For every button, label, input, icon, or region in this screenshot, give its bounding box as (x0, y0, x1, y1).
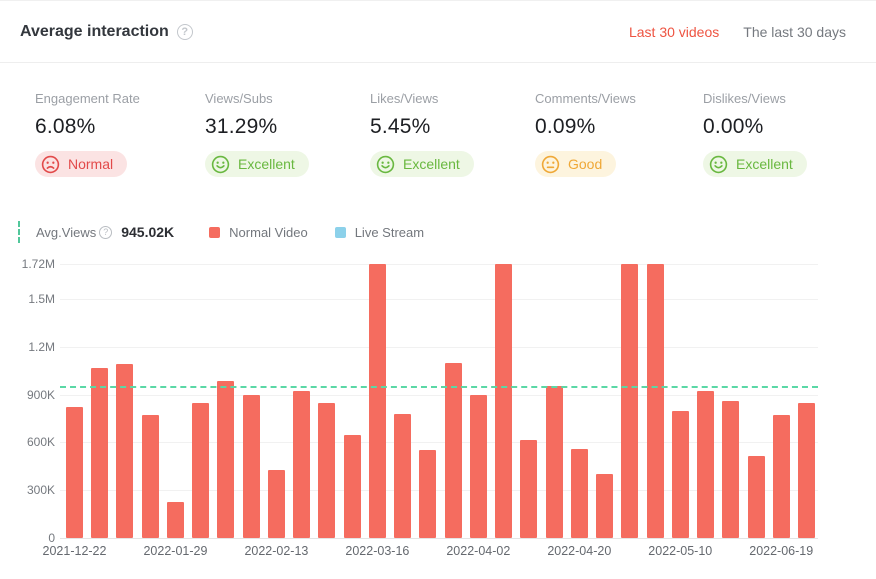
bar[interactable] (293, 391, 310, 538)
bar[interactable] (419, 450, 436, 538)
bar[interactable] (571, 449, 588, 538)
bar[interactable] (116, 364, 133, 538)
bar[interactable] (445, 363, 462, 538)
bar[interactable] (167, 502, 184, 538)
bar[interactable] (697, 391, 714, 538)
x-tick-label: 2021-12-22 (30, 544, 120, 558)
bar[interactable] (672, 411, 689, 538)
bar[interactable] (318, 403, 335, 538)
bar[interactable] (773, 415, 790, 538)
grid-line (60, 264, 818, 265)
x-tick-label: 2022-04-20 (534, 544, 624, 558)
y-tick-label: 1.72M (0, 256, 55, 272)
x-tick-label: 2022-02-13 (231, 544, 321, 558)
y-tick-label: 1.2M (0, 339, 55, 355)
x-tick-label: 2022-05-10 (635, 544, 725, 558)
x-tick-label: 2022-01-29 (130, 544, 220, 558)
bar[interactable] (621, 264, 638, 538)
bar[interactable] (192, 403, 209, 538)
bar[interactable] (369, 264, 386, 538)
grid-line (60, 347, 818, 348)
bar[interactable] (344, 435, 361, 538)
bar[interactable] (470, 395, 487, 538)
x-tick-label: 2022-06-19 (736, 544, 826, 558)
bar[interactable] (268, 470, 285, 538)
bar[interactable] (596, 474, 613, 538)
bar[interactable] (243, 395, 260, 538)
bar[interactable] (748, 456, 765, 538)
y-tick-label: 1.5M (0, 291, 55, 307)
y-tick-label: 300K (0, 482, 55, 498)
bar[interactable] (217, 381, 234, 538)
average-interaction-card: Average interaction ? Last 30 videos The… (0, 0, 876, 579)
bar[interactable] (495, 264, 512, 538)
bar[interactable] (798, 403, 815, 538)
bar[interactable] (520, 440, 537, 538)
views-bar-chart: 0300K600K900K1.2M1.5M1.72M2021-12-222022… (0, 1, 876, 579)
bar[interactable] (722, 401, 739, 538)
bar[interactable] (546, 386, 563, 538)
bar[interactable] (66, 407, 83, 538)
x-tick-label: 2022-03-16 (332, 544, 422, 558)
bar[interactable] (91, 368, 108, 538)
grid-line (60, 299, 818, 300)
bar[interactable] (142, 415, 159, 538)
bar[interactable] (394, 414, 411, 538)
grid-line (60, 538, 818, 539)
bar[interactable] (647, 264, 664, 538)
y-tick-label: 600K (0, 434, 55, 450)
avg-views-line (60, 386, 818, 388)
y-tick-label: 900K (0, 387, 55, 403)
x-tick-label: 2022-04-02 (433, 544, 523, 558)
